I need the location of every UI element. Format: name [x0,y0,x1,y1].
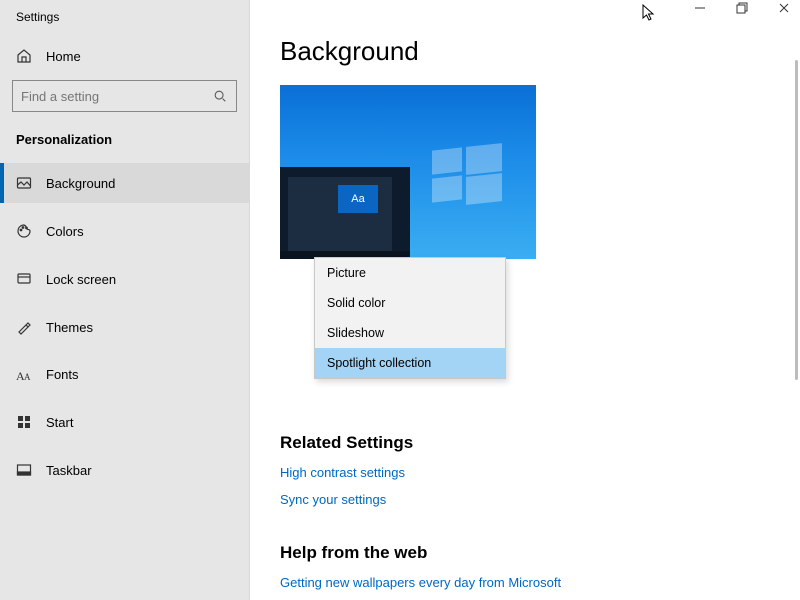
taskbar-icon [16,462,32,478]
related-settings-heading: Related Settings [280,433,800,453]
dropdown-option-solid-color[interactable]: Solid color [315,288,505,318]
page-title: Background [280,36,800,67]
dropdown-option-spotlight[interactable]: Spotlight collection [315,348,505,378]
dropdown-option-slideshow[interactable]: Slideshow [315,318,505,348]
close-button[interactable] [778,2,794,14]
background-type-dropdown[interactable]: Picture Solid color Slideshow Spotlight … [314,257,506,379]
fonts-icon: AA [16,368,32,382]
search-icon [213,89,227,103]
sidebar-item-lockscreen[interactable]: Lock screen [0,259,249,299]
sidebar-list: Background Colors Lock screen [0,163,249,498]
sidebar: Settings Home Personalization [0,0,250,600]
sidebar-item-label: Fonts [46,367,79,382]
dropdown-option-picture[interactable]: Picture [315,258,505,288]
scrollbar[interactable] [795,60,798,380]
app-title: Settings [0,6,249,36]
background-preview: Aa [280,85,536,259]
lockscreen-icon [16,271,32,287]
svg-text:A: A [24,372,31,382]
palette-icon [16,223,32,239]
main-content: Background Aa Picture Solid color Slides… [250,0,800,600]
nav-home[interactable]: Home [0,36,249,76]
windows-logo-icon [432,145,504,207]
sidebar-item-label: Taskbar [46,463,92,478]
sidebar-item-background[interactable]: Background [0,163,249,203]
nav-home-label: Home [46,49,81,64]
link-high-contrast[interactable]: High contrast settings [280,465,800,480]
minimize-button[interactable] [694,2,710,14]
themes-icon [16,319,32,335]
preview-sample-text: Aa [338,185,378,213]
preview-desktop: Aa [280,167,410,259]
sidebar-item-label: Background [46,176,115,191]
help-heading: Help from the web [280,543,800,563]
sidebar-item-start[interactable]: Start [0,402,249,442]
image-icon [16,175,32,191]
link-help-wallpapers[interactable]: Getting new wallpapers every day from Mi… [280,575,800,590]
sidebar-item-label: Colors [46,224,84,239]
section-label: Personalization [0,120,249,163]
home-icon [16,48,32,64]
sidebar-item-themes[interactable]: Themes [0,307,249,347]
sidebar-item-taskbar[interactable]: Taskbar [0,450,249,490]
start-icon [16,414,32,430]
sidebar-item-label: Lock screen [46,272,116,287]
sidebar-item-label: Themes [46,320,93,335]
maximize-button[interactable] [736,2,752,14]
link-sync-settings[interactable]: Sync your settings [280,492,800,507]
search-input[interactable] [12,80,237,112]
sidebar-item-colors[interactable]: Colors [0,211,249,251]
sidebar-item-label: Start [46,415,73,430]
window-controls [694,2,794,14]
sidebar-item-fonts[interactable]: AA Fonts [0,355,249,394]
